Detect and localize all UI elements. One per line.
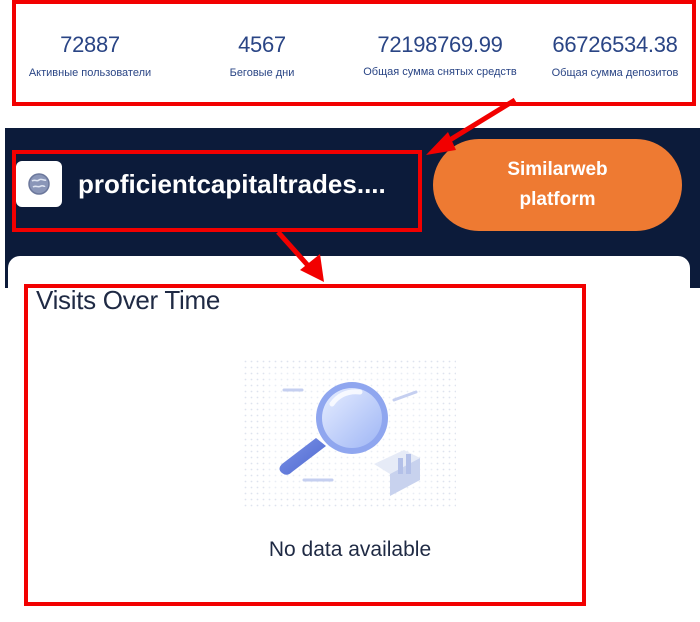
arrow-2-shaft <box>276 230 314 272</box>
arrow-1-head <box>426 132 456 155</box>
arrow-1-shaft <box>438 97 517 149</box>
annotation-arrows <box>276 97 517 282</box>
